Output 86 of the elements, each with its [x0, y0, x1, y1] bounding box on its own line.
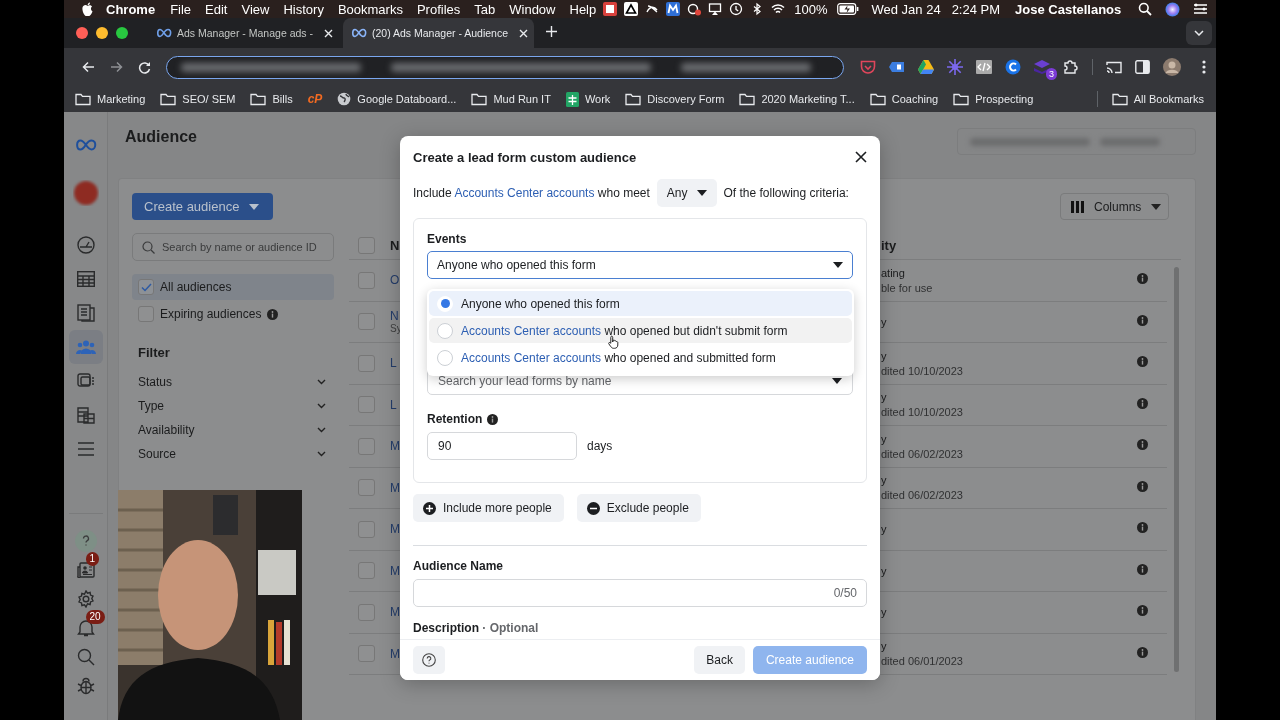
include-people-button[interactable]: Include more people: [413, 494, 564, 522]
menu-item[interactable]: Help: [562, 1, 604, 17]
accounts-center-link[interactable]: Accounts Center accounts: [454, 186, 595, 200]
filter-dropdown[interactable]: Source: [132, 442, 334, 466]
bookmark[interactable]: Bills: [250, 92, 293, 106]
browser-tab[interactable]: (20) Ads Manager - Audience: [343, 18, 534, 48]
availability-text: y: [881, 349, 888, 362]
option-text: Accounts Center accounts who opened but didn't submit form: [461, 323, 788, 338]
availability-note: dited 06/02/2023: [881, 447, 964, 460]
dropdown-option[interactable]: Accounts Center accounts who opened but didn't submit form: [429, 318, 852, 343]
bookmark[interactable]: Coaching: [869, 92, 939, 106]
menu-item[interactable]: Edit: [198, 1, 235, 17]
exclude-people-button[interactable]: Exclude people: [576, 494, 701, 522]
availability-text: y: [881, 432, 888, 445]
availability-note: ble for use: [881, 281, 934, 294]
availability-text: y: [881, 564, 888, 577]
availability-text: y: [881, 523, 888, 536]
menu-item[interactable]: History: [276, 1, 331, 17]
availability-text: y: [881, 640, 888, 653]
menu-item[interactable]: Window: [502, 1, 563, 17]
menu-item[interactable]: Profiles: [409, 1, 468, 17]
criteria-text: Of the following criteria:: [723, 186, 849, 200]
bookmark[interactable]: Prospecting: [953, 92, 1034, 106]
audience-view-option[interactable]: All audiences: [132, 274, 334, 300]
accounts-center-link[interactable]: Accounts Center accounts: [461, 350, 602, 365]
criteria-sentence: Include Accounts Center accounts who meet: [413, 186, 650, 200]
dropdown-option[interactable]: Accounts Center accounts who opened and submitted form: [429, 345, 852, 370]
availability-note: dited 10/10/2023: [881, 406, 964, 419]
create-audience-button[interactable]: Create audience: [132, 193, 274, 220]
menu-item[interactable]: Tab: [467, 1, 503, 17]
availability-text: ating: [881, 266, 906, 279]
bookmark[interactable]: SEO/ SEM: [160, 92, 236, 106]
menu-item[interactable]: View: [234, 1, 277, 17]
browser-tab[interactable]: Ads Manager - Manage ads -: [148, 18, 339, 48]
match-dropdown[interactable]: Any: [656, 179, 717, 207]
availability-note: dited 06/01/2023: [881, 655, 964, 668]
audience-view-option[interactable]: Expiring audiences: [132, 301, 334, 327]
events-dropdown[interactable]: Anyone who opened this form: [427, 251, 853, 279]
battery-level: 100%: [793, 1, 829, 17]
retention-input[interactable]: 90: [427, 432, 577, 460]
field-label: Events: [427, 232, 468, 246]
bookmark[interactable]: Mud Run IT: [471, 92, 551, 106]
extension-badge: 3: [1046, 68, 1057, 80]
bookmark[interactable]: Discovery Form: [625, 92, 725, 106]
dropdown-option[interactable]: Anyone who opened this form: [429, 291, 852, 316]
audience-name-field[interactable]: 0/50: [413, 579, 867, 607]
option-text: Accounts Center accounts who opened and submitted form: [461, 350, 776, 365]
unit-label: days: [587, 439, 613, 453]
notification-badge: 20: [85, 610, 105, 624]
character-counter: 0/50: [833, 586, 857, 600]
column-header: N: [390, 237, 400, 253]
field-label: Retention: [427, 412, 483, 426]
availability-text: y: [881, 474, 888, 487]
availability-note: dited 06/02/2023: [881, 489, 964, 502]
date-text: Wed Jan 24: [870, 1, 942, 17]
accounts-center-link[interactable]: Accounts Center accounts: [461, 323, 602, 338]
filter-dropdown[interactable]: Status: [132, 370, 334, 394]
all-bookmarks[interactable]: All Bookmarks: [1111, 92, 1204, 106]
availability-text: y: [881, 391, 888, 404]
bookmark[interactable]: Work: [565, 91, 611, 107]
filter-dropdown[interactable]: Availability: [132, 418, 334, 442]
app-menu[interactable]: Chrome: [94, 1, 164, 17]
time-text: 2:24 PM: [950, 1, 1002, 17]
menu-item[interactable]: Bookmarks: [330, 1, 410, 17]
field-label: Audience Name: [413, 559, 505, 573]
columns-button[interactable]: Columns: [1060, 193, 1169, 220]
dialog-title: Create a lead form custom audience: [413, 149, 637, 165]
column-header: ity: [881, 237, 898, 253]
menu-item[interactable]: File: [163, 1, 199, 17]
availability-text: y: [881, 606, 888, 619]
page-title: Audience: [125, 128, 198, 146]
field-label: Description: [413, 621, 479, 635]
bookmark-logo[interactable]: cP: [307, 92, 323, 106]
filter-heading: Filter: [138, 345, 171, 360]
bookmark[interactable]: 2020 Marketing T...: [739, 92, 855, 106]
search-field[interactable]: Search by name or audience ID: [132, 233, 334, 261]
filter-dropdown[interactable]: Type: [132, 394, 334, 418]
optional-label: · Optional: [482, 621, 539, 635]
availability-note: dited 10/10/2023: [881, 364, 964, 377]
notification-badge: 1: [85, 552, 100, 566]
availability-text: y: [881, 315, 888, 328]
bookmark[interactable]: Marketing: [75, 92, 146, 106]
bookmark[interactable]: Google Databoard...: [337, 92, 457, 106]
user-name[interactable]: Jose Castellanos: [1013, 1, 1124, 17]
option-text: Anyone who opened this form: [461, 296, 620, 311]
back-button[interactable]: Back: [694, 646, 745, 674]
